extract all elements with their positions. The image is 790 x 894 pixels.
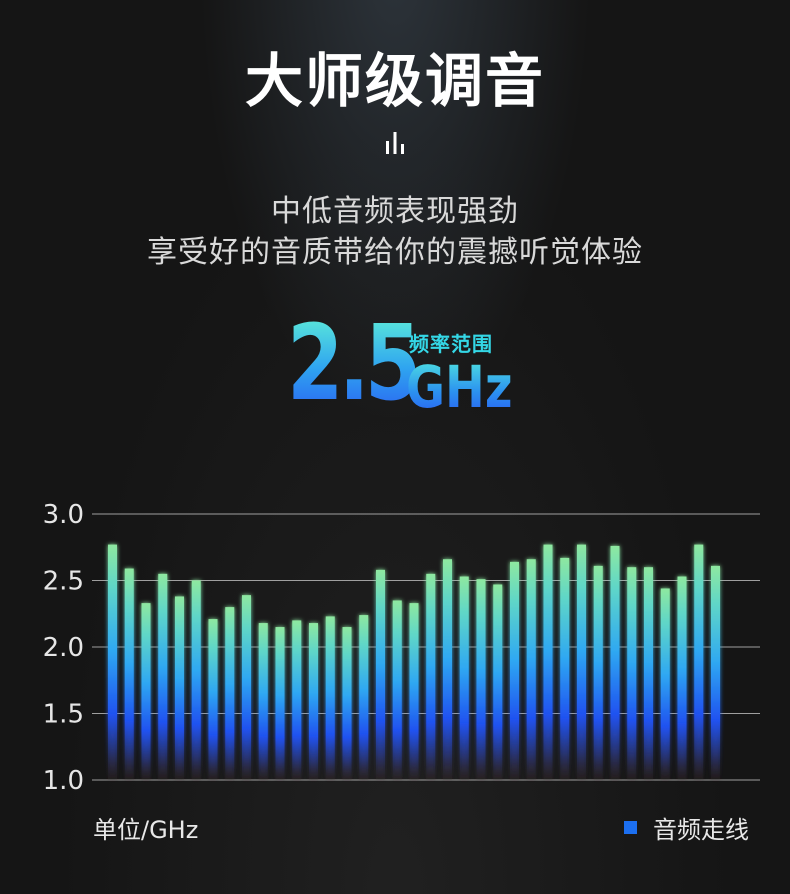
chart-bar	[376, 569, 385, 780]
chart-bar	[694, 544, 704, 780]
chart-bar	[560, 557, 570, 780]
chart-bar	[175, 596, 184, 780]
chart-bar	[610, 545, 620, 780]
chart-bar	[426, 573, 436, 780]
chart-bar	[124, 568, 134, 780]
chart-bar	[593, 565, 603, 780]
chart-bar	[225, 607, 235, 780]
chart-bar	[191, 580, 201, 780]
chart-bar	[359, 615, 369, 780]
chart-bar	[510, 561, 519, 780]
legend-swatch	[624, 821, 637, 834]
chart-bar	[325, 616, 335, 780]
y-tick-label: 1.0	[43, 766, 84, 796]
chart-bar	[660, 588, 670, 780]
y-tick-label: 3.0	[43, 500, 84, 530]
chart-bar	[292, 620, 302, 780]
chart-bar	[627, 567, 637, 780]
unit-label: 单位/GHz	[93, 816, 199, 844]
spec-unit: GHz	[406, 353, 513, 421]
chart-bar	[309, 623, 318, 780]
chart-bar	[342, 627, 352, 780]
chart-bar	[158, 573, 168, 780]
chart-bar	[258, 623, 268, 780]
y-tick-label: 2.5	[43, 567, 84, 597]
chart-bar	[543, 544, 553, 780]
chart-bar	[476, 579, 486, 780]
chart-bar	[108, 544, 117, 780]
chart-legend: 音频走线	[624, 810, 749, 845]
chart-bar	[677, 576, 687, 780]
chart-bar	[459, 576, 469, 780]
spec-value: 2.5	[287, 302, 421, 424]
chart-bar	[443, 559, 452, 780]
chart-bar	[526, 559, 536, 780]
chart-bar	[242, 595, 251, 780]
y-tick-label: 1.5	[43, 700, 84, 730]
subtitle-line-1: 中低音频表现强劲	[271, 194, 519, 229]
page-title: 大师级调音	[244, 47, 545, 115]
chart-bar	[409, 603, 419, 780]
chart-bar	[711, 565, 720, 780]
frequency-bar-chart: 3.0 2.5 2.0 1.5 1.0	[43, 500, 760, 796]
chart-bar	[577, 544, 586, 780]
chart-bar	[141, 603, 151, 780]
chart-bar	[392, 600, 402, 780]
y-tick-label: 2.0	[43, 633, 84, 663]
sound-bars-icon	[386, 132, 404, 154]
chart-bar	[275, 627, 285, 780]
chart-bar	[208, 619, 218, 780]
subtitle-line-2: 享受好的音质带给你的震撼听觉体验	[147, 235, 643, 270]
chart-bar	[493, 584, 503, 780]
legend-label: 音频走线	[653, 816, 749, 844]
chart-bar	[644, 567, 653, 780]
